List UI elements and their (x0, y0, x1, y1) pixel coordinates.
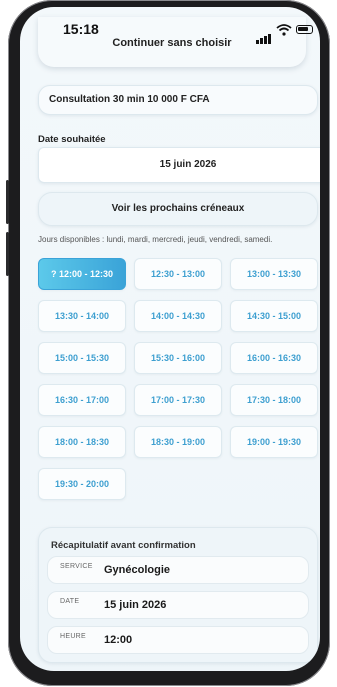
date-field[interactable]: 15 juin 2026 (38, 147, 320, 183)
status-bar: 15:18 (20, 7, 320, 51)
signal-icon (256, 26, 272, 44)
summary-value: 12:00 (104, 634, 133, 646)
time-slot-button[interactable]: 19:00 - 19:30 (230, 426, 318, 458)
phone-side-button (6, 180, 9, 224)
time-slot-button[interactable]: 13:30 - 14:00 (38, 300, 126, 332)
summary-value: Gynécologie (104, 564, 171, 576)
summary-key: HEURE (60, 633, 87, 640)
time-slot-button[interactable]: 13:00 - 13:30 (230, 258, 318, 290)
time-slot-button[interactable]: 15:30 - 16:00 (134, 342, 222, 374)
time-slot-button[interactable]: 14:30 - 15:00 (230, 300, 318, 332)
time-slot-button[interactable]: 12:30 - 13:00 (134, 258, 222, 290)
status-time: 15:18 (63, 21, 99, 37)
available-days-text: Jours disponibles : lundi, mardi, mercre… (38, 235, 273, 244)
summary-row-service: SERVICE Gynécologie (47, 556, 309, 584)
time-slot-button[interactable]: 18:30 - 19:00 (134, 426, 222, 458)
time-slot-button[interactable]: 17:30 - 18:00 (230, 384, 318, 416)
next-slots-button[interactable]: Voir les prochains créneaux (38, 192, 318, 226)
phone-side-button (6, 232, 9, 276)
time-slot-button[interactable]: 16:00 - 16:30 (230, 342, 318, 374)
summary-key: SERVICE (60, 563, 93, 570)
summary-value: 15 juin 2026 (104, 599, 167, 611)
app-screen: Continuer sans choisir 15:18 Consultatio… (20, 7, 320, 671)
consultation-summary: Consultation 30 min 10 000 F CFA (38, 85, 318, 115)
battery-icon (296, 25, 313, 34)
summary-row-time: HEURE 12:00 (47, 626, 309, 654)
summary-key: DATE (60, 598, 80, 605)
summary-row-date: DATE 15 juin 2026 (47, 591, 309, 619)
time-slot-button[interactable]: 19:30 - 20:00 (38, 468, 126, 500)
summary-title: Récapitulatif avant confirmation (51, 540, 196, 551)
date-label: Date souhaitée (38, 134, 106, 145)
booking-summary: Récapitulatif avant confirmation SERVICE… (38, 527, 318, 663)
time-slot-button[interactable]: 18:00 - 18:30 (38, 426, 126, 458)
time-slot-button[interactable]: 15:00 - 15:30 (38, 342, 126, 374)
time-slot-button[interactable]: ? 12:00 - 12:30 (38, 258, 126, 290)
time-slot-button[interactable]: 14:00 - 14:30 (134, 300, 222, 332)
time-slot-button[interactable]: 16:30 - 17:00 (38, 384, 126, 416)
wifi-icon (276, 24, 292, 36)
time-slot-button[interactable]: 17:00 - 17:30 (134, 384, 222, 416)
